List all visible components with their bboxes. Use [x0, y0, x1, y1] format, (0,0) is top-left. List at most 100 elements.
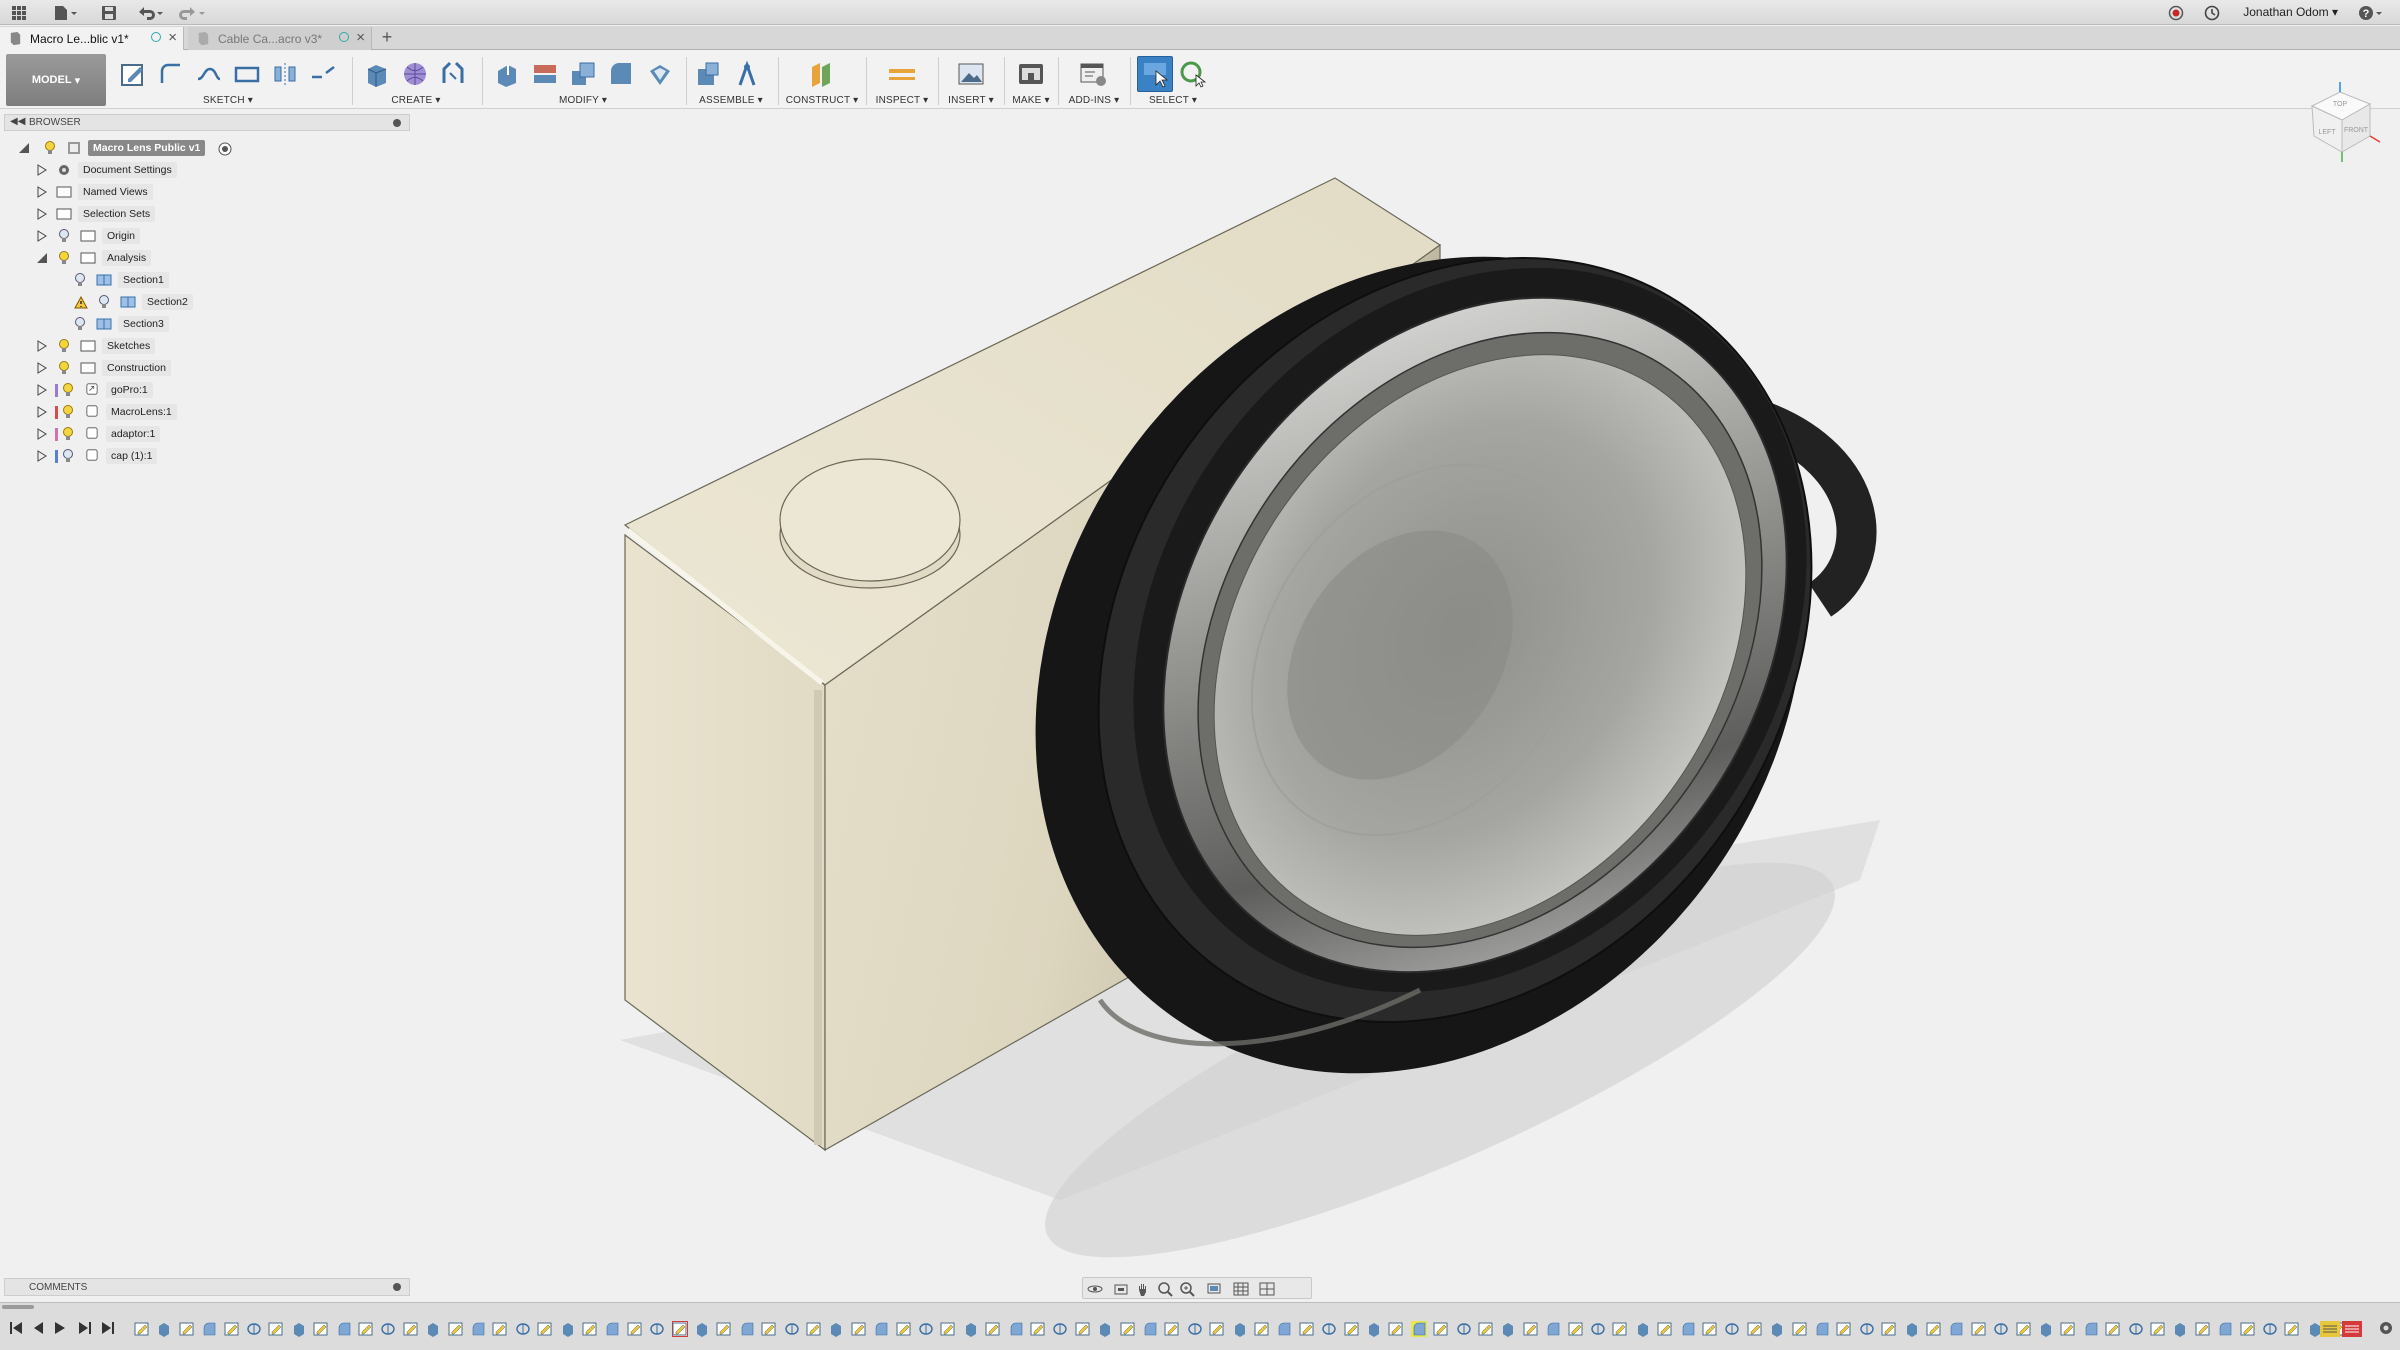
visibility-bulb-icon[interactable] [58, 229, 70, 243]
visibility-bulb-icon[interactable] [62, 383, 74, 397]
expand-arrow-icon[interactable] [36, 208, 48, 220]
select-tool-button[interactable] [1137, 56, 1173, 92]
timeline-feature-sketch-icon[interactable] [1120, 1321, 1136, 1337]
tree-item-section1[interactable]: Section1 [0, 270, 410, 290]
timeline-feature-sketch-icon[interactable] [806, 1321, 822, 1337]
timeline-feature-extrude-icon[interactable] [291, 1321, 307, 1337]
timeline-feature-sketch-icon[interactable] [313, 1321, 329, 1337]
panel-options-icon[interactable] [393, 1283, 401, 1291]
timeline-feature-sketch-icon[interactable] [1344, 1321, 1360, 1337]
visibility-bulb-icon[interactable] [62, 449, 74, 463]
timeline-feature-sketch-icon[interactable] [1657, 1321, 1673, 1337]
timeline-feature-sketch-icon[interactable] [134, 1321, 150, 1337]
timeline-feature-extrude-icon[interactable] [1097, 1321, 1113, 1337]
timeline-feature-revolve-icon[interactable] [918, 1321, 934, 1337]
record-icon[interactable] [2166, 3, 2186, 23]
create-sketch-icon[interactable] [118, 59, 148, 89]
zoom-icon[interactable] [1157, 1281, 1173, 1297]
tree-item-construction[interactable]: Construction [0, 358, 410, 378]
visibility-bulb-icon[interactable] [58, 251, 70, 265]
make-menu[interactable]: MAKE ▾ [1010, 95, 1052, 106]
visibility-bulb-icon[interactable] [62, 405, 74, 419]
workspace-switcher[interactable]: MODEL ▾ [6, 54, 106, 106]
collapse-panel-icon[interactable]: ◀◀ [10, 116, 25, 127]
file-menu-icon[interactable] [50, 3, 80, 23]
modify-menu[interactable]: MODIFY ▾ [488, 95, 678, 106]
timeline-feature-revolve-icon[interactable] [784, 1321, 800, 1337]
timeline-feature-sketch-icon[interactable] [179, 1321, 195, 1337]
timeline-feature-extrude-icon[interactable] [2172, 1321, 2188, 1337]
timeline-feature-revolve-icon[interactable] [1724, 1321, 1740, 1337]
timeline-feature-sketch-icon[interactable] [537, 1321, 553, 1337]
3d-print-icon[interactable] [1016, 59, 1046, 89]
timeline-feature-sketch-icon[interactable] [1836, 1321, 1852, 1337]
expand-arrow-icon[interactable] [36, 428, 48, 440]
timeline-feature-extrude-icon[interactable] [1769, 1321, 1785, 1337]
timeline-feature-fillet-icon[interactable] [873, 1321, 889, 1337]
timeline-feature-sketch-icon[interactable] [1030, 1321, 1046, 1337]
timeline-feature-sketch-icon[interactable] [896, 1321, 912, 1337]
go-to-start-icon[interactable] [8, 1320, 24, 1336]
timeline-feature-fillet-icon[interactable] [604, 1321, 620, 1337]
split-body-icon[interactable] [530, 59, 560, 89]
3d-viewport[interactable]: TOP FRONT LEFT [410, 82, 2400, 1275]
expand-arrow-icon[interactable] [36, 450, 48, 462]
step-back-icon[interactable] [30, 1320, 46, 1336]
combine-icon[interactable] [568, 59, 598, 89]
close-icon[interactable]: × [356, 29, 365, 46]
timeline-scrollbar[interactable] [2, 1305, 34, 1309]
go-to-end-icon[interactable] [100, 1320, 116, 1336]
expand-arrow-icon[interactable] [36, 186, 48, 198]
expand-arrow-icon[interactable] [36, 406, 48, 418]
timeline-group-marker-icon[interactable] [2320, 1321, 2340, 1337]
timeline-feature-fillet-icon[interactable] [2083, 1321, 2099, 1337]
timeline-feature-sketch-icon[interactable] [448, 1321, 464, 1337]
timeline-feature-revolve-icon[interactable] [1590, 1321, 1606, 1337]
timeline-feature-extrude-icon[interactable] [1232, 1321, 1248, 1337]
look-at-icon[interactable] [1113, 1281, 1129, 1297]
timeline-feature-sketch-icon[interactable] [940, 1321, 956, 1337]
timeline-feature-sketch-icon[interactable] [1164, 1321, 1180, 1337]
timeline-feature-fillet-icon[interactable] [1545, 1321, 1561, 1337]
tab-macro-lens[interactable]: Macro Le...blic v1* × [0, 27, 184, 50]
timeline-feature-fillet-icon[interactable] [336, 1321, 352, 1337]
timeline-feature-fillet-icon[interactable] [739, 1321, 755, 1337]
sweep-icon[interactable] [438, 59, 468, 89]
timeline-feature-revolve-icon[interactable] [2262, 1321, 2278, 1337]
timeline-feature-extrude-icon[interactable] [1635, 1321, 1651, 1337]
timeline-feature-revolve-icon[interactable] [1187, 1321, 1203, 1337]
tree-item-analysis[interactable]: Analysis [0, 248, 410, 268]
timeline-feature-revolve-icon[interactable] [1321, 1321, 1337, 1337]
timeline-feature-sketch-icon[interactable] [2240, 1321, 2256, 1337]
new-tab-button[interactable]: + [377, 27, 397, 47]
timeline-feature-revolve-icon[interactable] [649, 1321, 665, 1337]
close-icon[interactable]: × [168, 29, 177, 46]
fit-zoom-icon[interactable] [1179, 1281, 1195, 1297]
panel-options-icon[interactable] [393, 119, 401, 127]
timeline-feature-sketch-icon[interactable] [1254, 1321, 1270, 1337]
browser-panel-header[interactable]: ◀◀ BROWSER [4, 114, 410, 131]
history-clock-icon[interactable] [2202, 3, 2222, 23]
timeline-feature-sketch-icon[interactable] [1926, 1321, 1942, 1337]
visibility-bulb-icon[interactable] [98, 295, 110, 309]
timeline-feature-revolve-icon[interactable] [1456, 1321, 1472, 1337]
tab-cable-ca[interactable]: Cable Ca...acro v3* × [188, 27, 372, 50]
expand-arrow-icon[interactable] [36, 340, 48, 352]
timeline-feature-fillet-icon[interactable] [1276, 1321, 1292, 1337]
viewports-icon[interactable] [1259, 1281, 1275, 1297]
timeline-feature-sketch-icon[interactable] [851, 1321, 867, 1337]
rectangle-icon[interactable] [232, 59, 262, 89]
timeline-feature-sketch-icon[interactable] [672, 1321, 688, 1337]
timeline-feature-revolve-icon[interactable] [2128, 1321, 2144, 1337]
timeline-feature-sketch-icon[interactable] [1881, 1321, 1897, 1337]
tree-item-sketches[interactable]: Sketches [0, 336, 410, 356]
timeline-feature-sketch-icon[interactable] [1747, 1321, 1763, 1337]
timeline-feature-sketch-icon[interactable] [985, 1321, 1001, 1337]
visibility-bulb-icon[interactable] [62, 427, 74, 441]
tree-item-gopro[interactable]: goPro:1 [0, 380, 410, 400]
timeline-feature-extrude-icon[interactable] [963, 1321, 979, 1337]
timeline-feature-revolve-icon[interactable] [1993, 1321, 2009, 1337]
press-pull-icon[interactable] [492, 59, 522, 89]
timeline-feature-sketch-icon[interactable] [1523, 1321, 1539, 1337]
timeline-feature-sketch-icon[interactable] [2284, 1321, 2300, 1337]
